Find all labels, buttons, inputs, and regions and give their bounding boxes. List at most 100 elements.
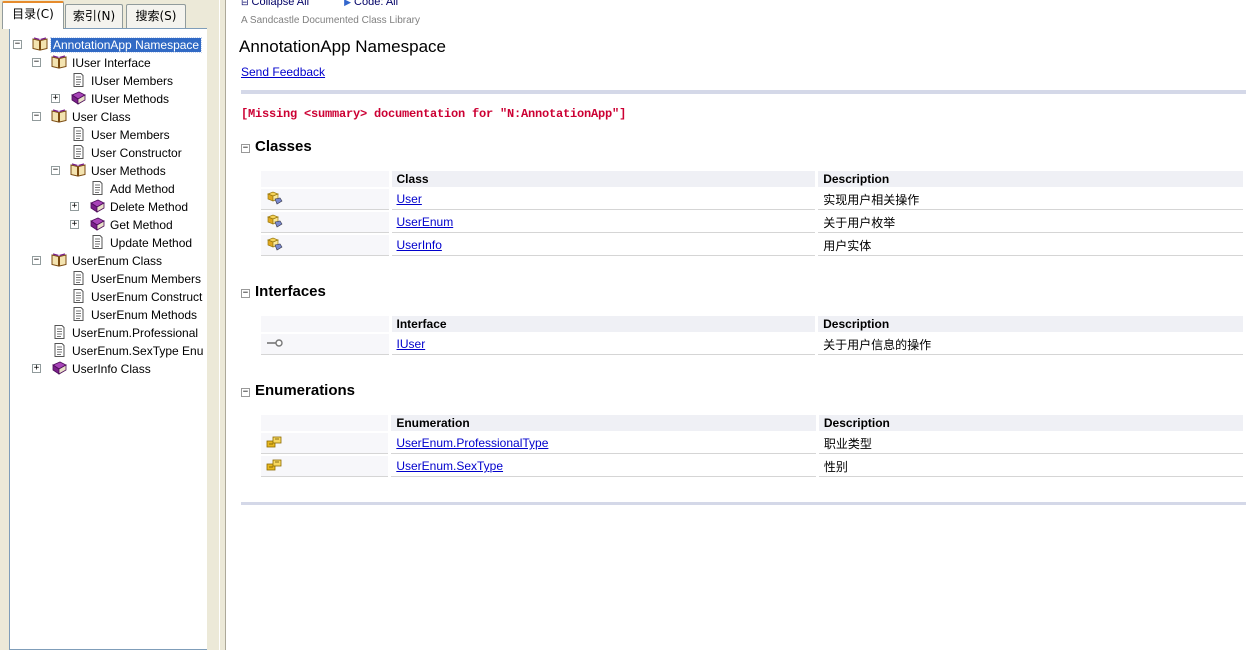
open-book-icon <box>51 55 70 70</box>
classes-section-title: Classes <box>255 138 312 155</box>
page-icon <box>70 145 89 160</box>
tab-contents[interactable]: 目录(C) <box>2 1 64 29</box>
tree-item[interactable]: + UserInfo Class <box>32 360 153 378</box>
interfaces-section-title: Interfaces <box>255 283 326 300</box>
member-name-cell: UserEnum.SexType <box>391 456 816 477</box>
tree-item[interactable]: UserEnum Methods <box>70 306 199 324</box>
tree-item[interactable]: − User Class <box>32 108 133 126</box>
icon-column-header <box>261 316 389 332</box>
library-caption: A Sandcastle Documented Class Library <box>241 15 420 26</box>
pane-tabs: 目录(C) 索引(N) 搜索(S) <box>0 0 219 29</box>
page-icon <box>70 271 89 286</box>
member-name-cell: User <box>391 189 816 210</box>
page-icon <box>89 235 108 250</box>
table-row: UserInfo 用户实体 <box>261 235 1243 256</box>
pane-splitter[interactable] <box>219 0 226 650</box>
code-all-label: Code: All <box>354 0 399 8</box>
member-link[interactable]: UserEnum <box>397 215 454 229</box>
tab-index[interactable]: 索引(N) <box>65 4 123 28</box>
tree-item[interactable]: User Members <box>70 126 172 144</box>
interface-icon <box>261 334 389 355</box>
expand-toggle-icon[interactable]: + <box>32 364 41 373</box>
member-link[interactable]: UserInfo <box>397 238 442 252</box>
tree-item[interactable]: + Get Method <box>70 216 175 234</box>
tab-search[interactable]: 搜索(S) <box>126 4 186 28</box>
send-feedback-link[interactable]: Send Feedback <box>241 65 325 79</box>
enumerations-table: Enumeration Description UserEnum.Profess… <box>258 413 1246 479</box>
open-book-icon <box>51 109 70 124</box>
table-row: IUser 关于用户信息的操作 <box>261 334 1243 355</box>
collapse-icon[interactable]: − <box>241 144 250 153</box>
code-filter-icon: ▶ <box>344 0 352 7</box>
class-column-header: Class <box>391 171 816 187</box>
interfaces-table: Interface Description IUser 关于用户信息的操作 <box>258 314 1246 357</box>
closed-book-icon <box>89 199 108 214</box>
tree-item[interactable]: + Delete Method <box>70 198 190 216</box>
tree-item[interactable]: IUser Members <box>70 72 175 90</box>
member-link[interactable]: UserEnum.SexType <box>396 459 503 473</box>
member-link[interactable]: UserEnum.ProfessionalType <box>396 436 548 450</box>
tree-item-label: IUser Methods <box>91 92 170 106</box>
tree-item[interactable]: − IUser Interface <box>32 54 153 72</box>
collapse-toggle-icon[interactable]: − <box>32 58 41 67</box>
tree-item[interactable]: User Constructor <box>70 144 184 162</box>
enumerations-section-title: Enumerations <box>255 382 356 399</box>
classes-table: Class Description User 实现用户相关操作 UserEnum 关于… <box>258 169 1246 258</box>
page-icon <box>89 181 108 196</box>
code-all-link[interactable]: ▶ Code: All <box>344 0 414 8</box>
tree-item[interactable]: − AnnotationApp Namespace <box>13 36 203 54</box>
tree-item[interactable]: + IUser Methods <box>51 90 171 108</box>
tree-item-label: User Members <box>91 128 170 142</box>
tree-item[interactable]: Add Method <box>89 180 177 198</box>
collapse-toggle-icon[interactable]: − <box>32 112 41 121</box>
collapse-icon[interactable]: − <box>241 388 250 397</box>
expand-toggle-icon[interactable]: + <box>70 220 79 229</box>
classes-section-header[interactable]: − Classes <box>241 138 312 155</box>
tree-item-label: User Class <box>72 110 131 124</box>
collapse-all-label: Collapse All <box>251 0 310 8</box>
tree-item-label: UserEnum Construct <box>91 290 203 304</box>
tree-item[interactable]: − UserEnum Class <box>32 252 164 270</box>
expand-toggle-icon[interactable]: + <box>70 202 79 211</box>
expand-toggle-icon[interactable]: + <box>51 94 60 103</box>
open-book-icon <box>51 253 70 268</box>
member-link[interactable]: IUser <box>397 337 426 351</box>
member-description: 实现用户相关操作 <box>818 189 1243 210</box>
enumerations-section-header[interactable]: − Enumerations <box>241 382 355 399</box>
tree-item[interactable]: UserEnum.SexType Enu <box>51 342 205 360</box>
tree-item[interactable]: Update Method <box>89 234 194 252</box>
closed-book-icon <box>89 217 108 232</box>
page-icon <box>51 325 70 340</box>
interfaces-section-header[interactable]: − Interfaces <box>241 283 326 300</box>
contents-tree[interactable]: − AnnotationApp Namespace − IUser Interface… <box>9 28 209 650</box>
collapse-toggle-icon[interactable]: − <box>51 166 60 175</box>
collapse-toggle-icon[interactable]: − <box>32 256 41 265</box>
collapse-icon[interactable]: − <box>241 289 250 298</box>
page-icon <box>70 289 89 304</box>
closed-book-icon <box>70 91 89 106</box>
tree-item-label: User Constructor <box>91 146 182 160</box>
table-row: UserEnum.SexType 性别 <box>261 456 1243 477</box>
tree-item[interactable]: UserEnum Members <box>70 270 203 288</box>
description-column-header: Description <box>818 415 1243 431</box>
tree-item-label: UserEnum Members <box>91 272 202 286</box>
class-icon <box>261 235 389 256</box>
member-description: 职业类型 <box>818 433 1243 454</box>
tree-item[interactable]: UserEnum Construct <box>70 288 204 306</box>
page-icon <box>51 343 70 358</box>
collapse-toggle-icon[interactable]: − <box>13 40 22 49</box>
member-link[interactable]: User <box>397 192 422 206</box>
left-pane: 目录(C) 索引(N) 搜索(S) − AnnotationApp Namespa… <box>0 0 219 650</box>
left-gutter <box>207 28 219 650</box>
tree-item-label: AnnotationApp Namespace <box>49 37 203 53</box>
closed-book-icon <box>51 361 70 376</box>
missing-summary-warning: [Missing <summary> documentation for "N:… <box>241 107 627 121</box>
collapse-all-link[interactable]: ⊟ Collapse All <box>241 0 328 8</box>
content-pane: ⊟ Collapse All ▶ Code: All A Sandcastle Do… <box>226 0 1246 650</box>
class-icon <box>261 212 389 233</box>
tree-item[interactable]: − User Methods <box>51 162 168 180</box>
page-title: AnnotationApp Namespace <box>239 37 446 56</box>
tree-item-label: IUser Members <box>91 74 174 88</box>
icon-column-header <box>261 415 389 431</box>
tree-item[interactable]: UserEnum.Professional <box>51 324 200 342</box>
